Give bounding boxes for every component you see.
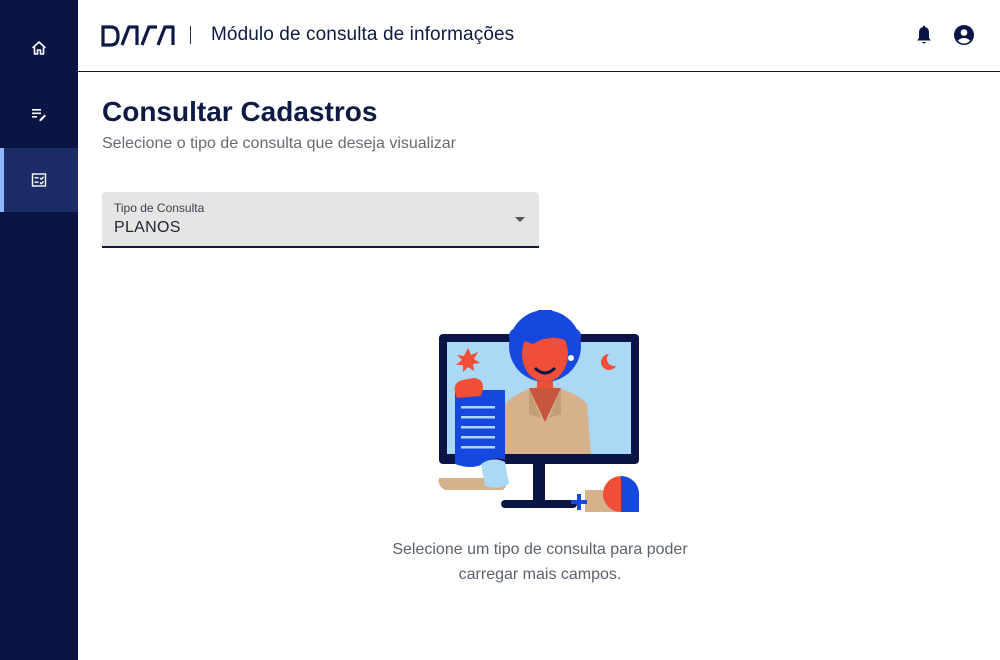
header-divider bbox=[190, 26, 191, 44]
list-edit-icon bbox=[32, 109, 46, 121]
app-title: Módulo de consulta de informações bbox=[211, 24, 515, 45]
account-circle-icon[interactable] bbox=[953, 24, 975, 46]
select-value: PLANOS bbox=[114, 219, 181, 236]
top-bar: Módulo de consulta de informações bbox=[78, 0, 1000, 72]
home-icon bbox=[32, 41, 46, 55]
empty-state-message: Selecione um tipo de consulta para poder… bbox=[340, 537, 740, 587]
sidebar-item-edit-list[interactable] bbox=[0, 82, 78, 146]
sidebar-item-consult[interactable] bbox=[0, 148, 78, 212]
select-label: Tipo de Consulta bbox=[114, 201, 205, 215]
sidebar-item-home[interactable] bbox=[0, 16, 78, 80]
empty-state-line-2: carregar mais campos. bbox=[458, 566, 622, 583]
page-subtitle: Selecione o tipo de consulta que deseja … bbox=[102, 135, 457, 152]
page-title: Consultar Cadastros bbox=[102, 96, 378, 127]
empty-state-line-1: Selecione um tipo de consulta para poder bbox=[392, 541, 688, 558]
dasa-logo[interactable] bbox=[101, 25, 175, 47]
empty-state-illustration bbox=[438, 310, 639, 512]
dropdown-arrow-icon bbox=[515, 217, 525, 222]
sidebar bbox=[0, 0, 78, 660]
bell-icon[interactable] bbox=[913, 24, 935, 46]
consult-type-select[interactable]: Tipo de Consulta PLANOS bbox=[102, 192, 539, 248]
checklist-icon bbox=[31, 173, 47, 187]
